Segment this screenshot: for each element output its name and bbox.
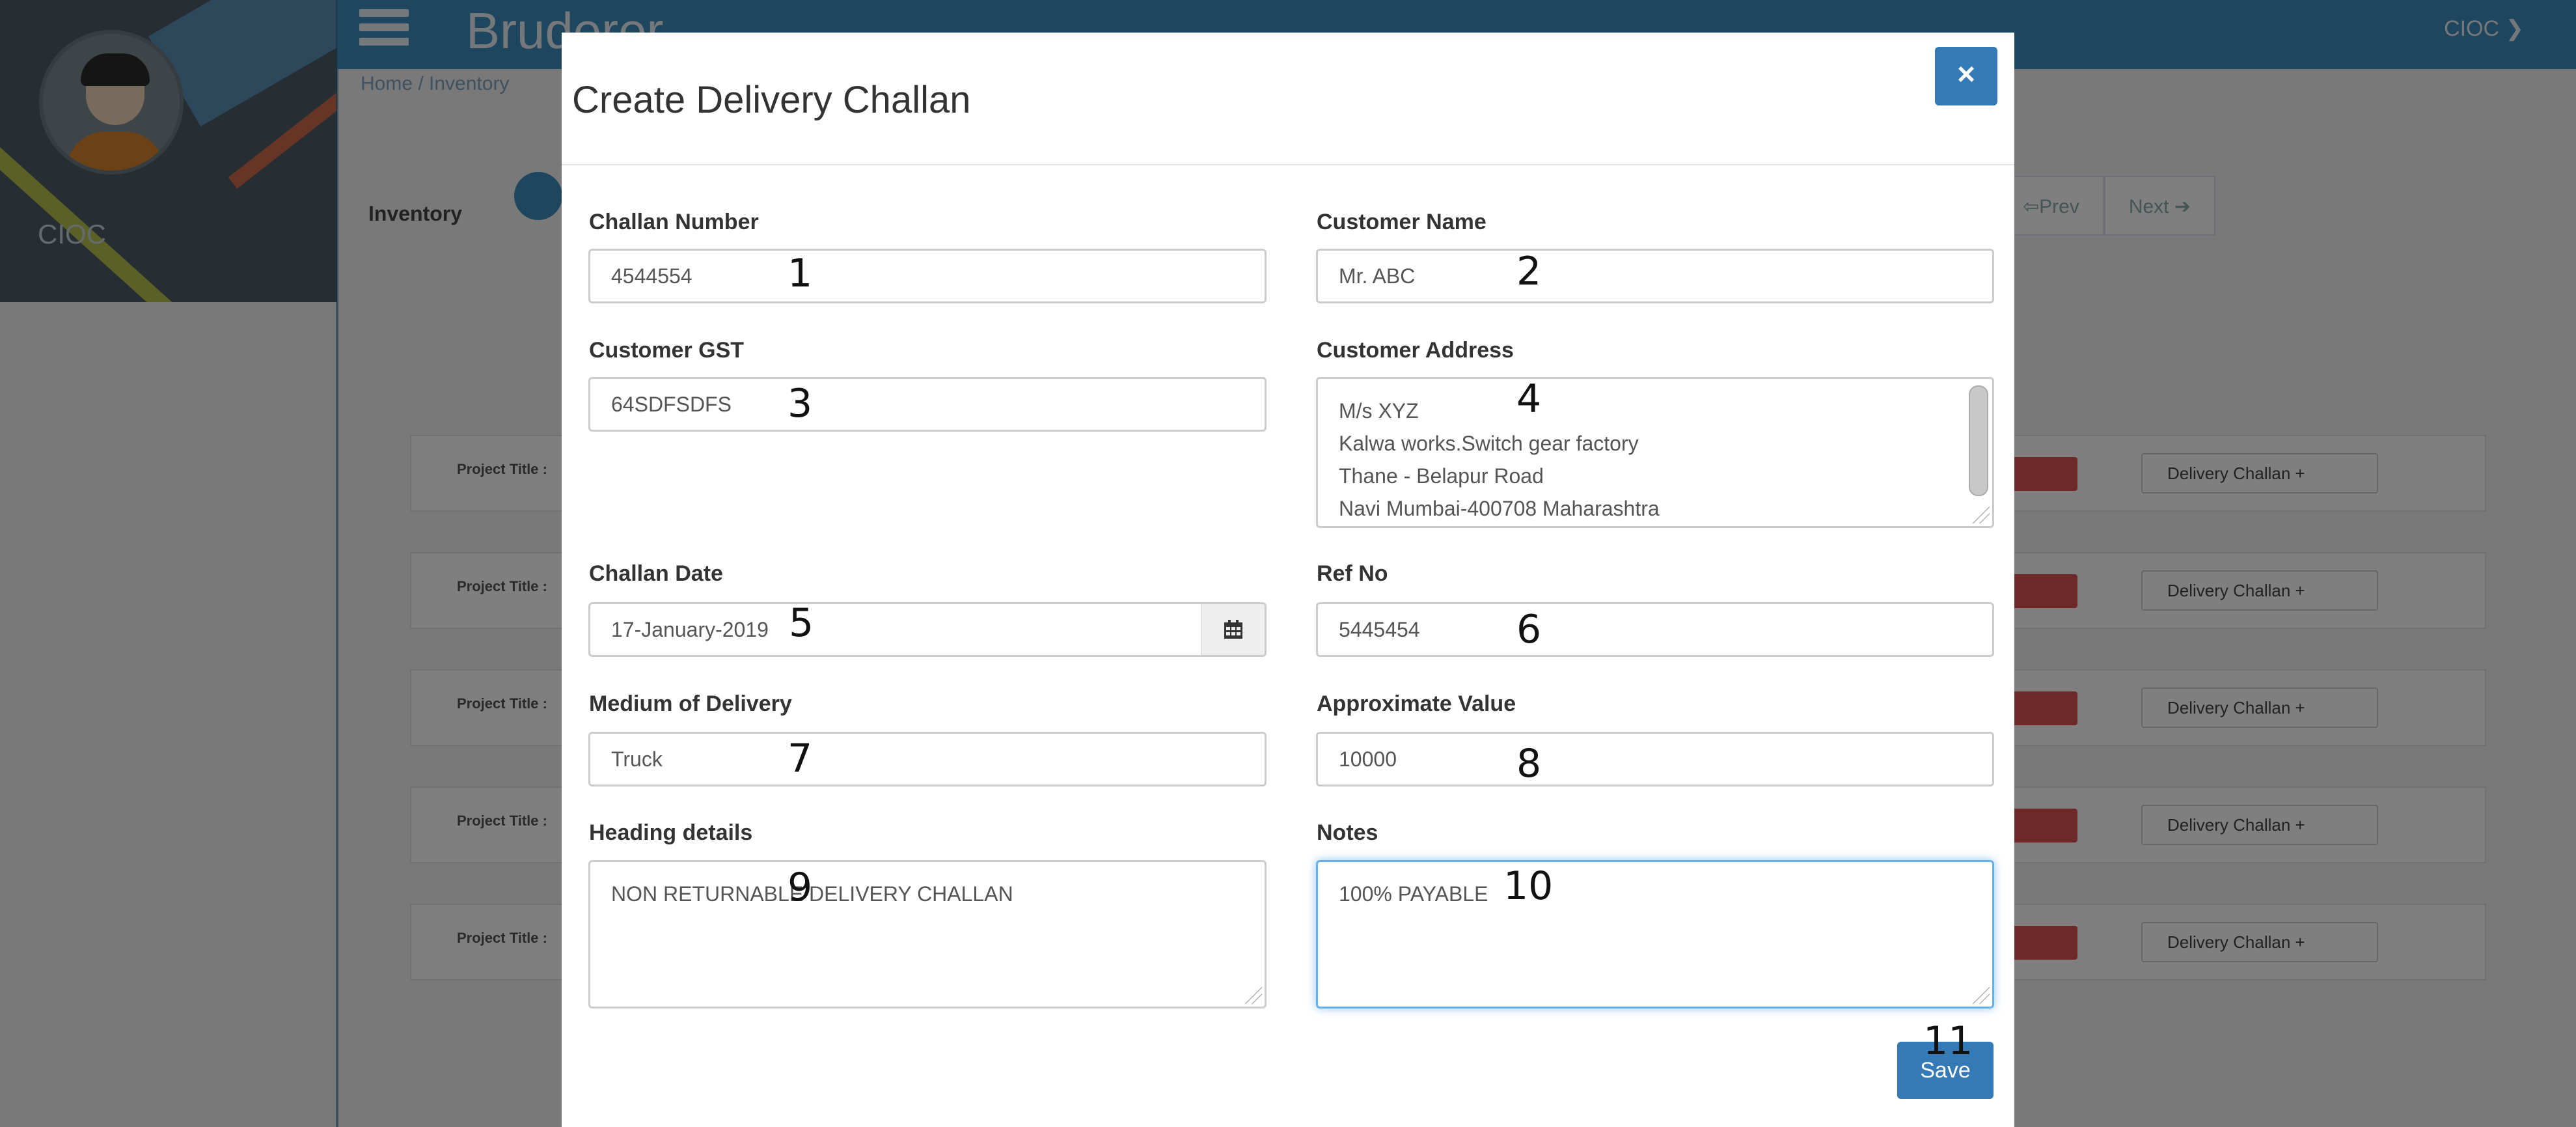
challan-date-input[interactable]: 17-January-2019	[588, 602, 1203, 657]
annotation-marker: 10	[1503, 863, 1554, 909]
medium-of-delivery-label: Medium of Delivery	[589, 691, 792, 716]
address-line-text: Kalwa works.Switch gear factory	[1339, 432, 1639, 455]
annotation-marker: 11	[1923, 1018, 1973, 1064]
resize-handle-icon[interactable]	[1973, 987, 1990, 1004]
modal-title: Create Delivery Challan	[572, 79, 971, 121]
customer-gst-value: 64SDFSDFS	[611, 392, 732, 416]
annotation-marker: 8	[1516, 741, 1542, 786]
annotation-marker: 4	[1516, 376, 1542, 422]
calendar-button[interactable]	[1201, 602, 1267, 657]
notes-textarea[interactable]: 100% PAYABLE	[1316, 860, 1994, 1009]
customer-gst-input[interactable]: 64SDFSDFS	[588, 377, 1267, 432]
ref-no-value: 5445454	[1339, 617, 1420, 641]
address-line: Kalwa works.Switch gear factory	[1339, 427, 1971, 460]
annotation-marker: 3	[788, 381, 813, 426]
customer-name-input[interactable]: Mr. ABC	[1316, 249, 1994, 303]
resize-handle-icon[interactable]	[1973, 507, 1990, 523]
challan-number-input[interactable]: 4544554	[588, 249, 1267, 303]
challan-number-value: 4544554	[611, 264, 692, 288]
medium-of-delivery-value: Truck	[611, 747, 663, 771]
address-line-text: M/s XYZ	[1339, 399, 1419, 423]
address-line: Navi Mumbai-400708 Maharashtra	[1339, 492, 1971, 525]
textarea-scrollbar[interactable]	[1969, 385, 1988, 496]
challan-number-label: Challan Number	[589, 210, 759, 234]
notes-value: 100% PAYABLE	[1339, 882, 1488, 906]
annotation-marker: 7	[788, 736, 813, 781]
ref-no-label: Ref No	[1317, 561, 1388, 586]
customer-address-label: Customer Address	[1317, 338, 1514, 363]
annotation-marker: 1	[788, 251, 813, 296]
modal-header: Create Delivery Challan ×	[562, 33, 2014, 165]
annotation-marker: 9	[788, 865, 813, 910]
approximate-value-label: Approximate Value	[1317, 691, 1516, 716]
resize-handle-icon[interactable]	[1245, 987, 1262, 1004]
heading-details-label: Heading details	[589, 820, 753, 845]
approximate-value-input[interactable]: 10000	[1316, 732, 1994, 786]
heading-details-textarea[interactable]: NON RETURNABLE DELIVERY CHALLAN	[588, 860, 1267, 1009]
address-line-text: Navi Mumbai-400708 Maharashtra	[1339, 497, 1660, 520]
close-button[interactable]: ×	[1935, 47, 1997, 105]
annotation-marker: 2	[1516, 249, 1542, 294]
challan-date-label: Challan Date	[589, 561, 723, 586]
customer-gst-label: Customer GST	[589, 338, 745, 363]
challan-date-value: 17-January-2019	[611, 617, 769, 641]
address-line: Thane - Belapur Road	[1339, 460, 1971, 492]
ref-no-input[interactable]: 5445454	[1316, 602, 1994, 657]
notes-label: Notes	[1317, 820, 1378, 845]
customer-name-value: Mr. ABC	[1339, 264, 1416, 288]
approximate-value-value: 10000	[1339, 747, 1397, 771]
medium-of-delivery-input[interactable]: Truck	[588, 732, 1267, 786]
calendar-icon	[1224, 620, 1242, 639]
annotation-marker: 5	[789, 600, 814, 646]
customer-name-label: Customer Name	[1317, 210, 1487, 234]
annotation-marker: 6	[1516, 607, 1542, 652]
address-line-text: Thane - Belapur Road	[1339, 464, 1544, 488]
customer-address-textarea[interactable]: M/s XYZ Kalwa works.Switch gear factory …	[1316, 377, 1994, 528]
address-line: M/s XYZ	[1339, 395, 1971, 427]
